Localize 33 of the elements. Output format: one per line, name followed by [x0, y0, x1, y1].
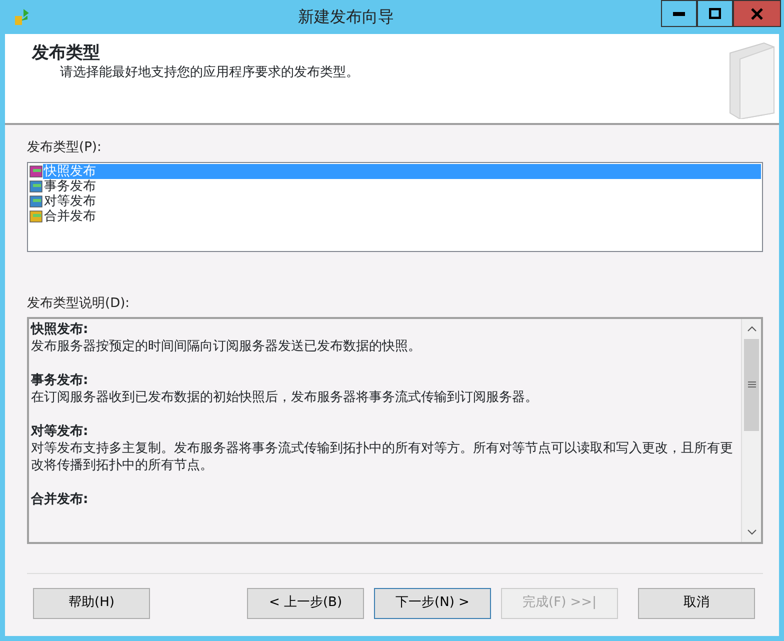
list-item[interactable]: 事务发布	[43, 178, 97, 194]
section-text: 对等发布支持多主复制。发布服务器将事务流式传输到拓扑中的所有对等方。所有对等节点可以读取和写入更改，且所有更改将传播到拓扑中的所有节点。	[31, 440, 734, 474]
publication-type-list[interactable]: 快照发布 事务发布 对等发布 合并发布	[27, 162, 763, 252]
page-subtitle: 请选择能最好地支持您的应用程序要求的发布类型。	[59, 64, 360, 82]
list-item[interactable]: 对等发布	[43, 194, 97, 208]
minimize-button[interactable]	[660, 0, 697, 27]
close-icon	[750, 8, 763, 20]
scrollbar[interactable]	[741, 319, 761, 542]
publication-icon	[29, 164, 43, 178]
wizard-button[interactable]: 帮助(H)	[33, 588, 150, 618]
section-title: 合并发布:	[31, 491, 90, 508]
list-item[interactable]: 合并发布	[43, 208, 97, 224]
publication-icon	[29, 194, 43, 208]
publication-icon	[29, 210, 43, 222]
section-text: 发布服务器按预定的时间间隔向订阅服务器发送已发布数据的快照。	[31, 338, 422, 355]
wizard-button[interactable]: 取消	[638, 588, 755, 618]
grip-icon	[748, 381, 756, 388]
close-button[interactable]	[732, 0, 781, 27]
wizard-button[interactable]: < 上一步(B)	[247, 588, 364, 618]
section-title: 事务发布:	[31, 372, 90, 389]
section-title: 快照发布:	[31, 321, 90, 338]
section-text: 在订阅服务器收到已发布数据的初始快照后，发布服务器将事务流式传输到订阅服务器。	[31, 389, 539, 406]
minimize-icon	[672, 12, 685, 16]
window-title: 新建发布向导	[296, 6, 395, 28]
app-icon	[13, 8, 31, 26]
wizard-button[interactable]: 下一步(N) >	[374, 588, 491, 618]
maximize-icon	[708, 8, 721, 19]
publication-icon	[29, 180, 43, 192]
page-title: 发布类型	[30, 42, 101, 63]
description-label: 发布类型说明(D):	[27, 294, 131, 312]
section-title: 对等发布:	[31, 423, 90, 440]
list-label: 发布类型(P):	[27, 139, 102, 157]
maximize-button[interactable]	[696, 0, 733, 27]
